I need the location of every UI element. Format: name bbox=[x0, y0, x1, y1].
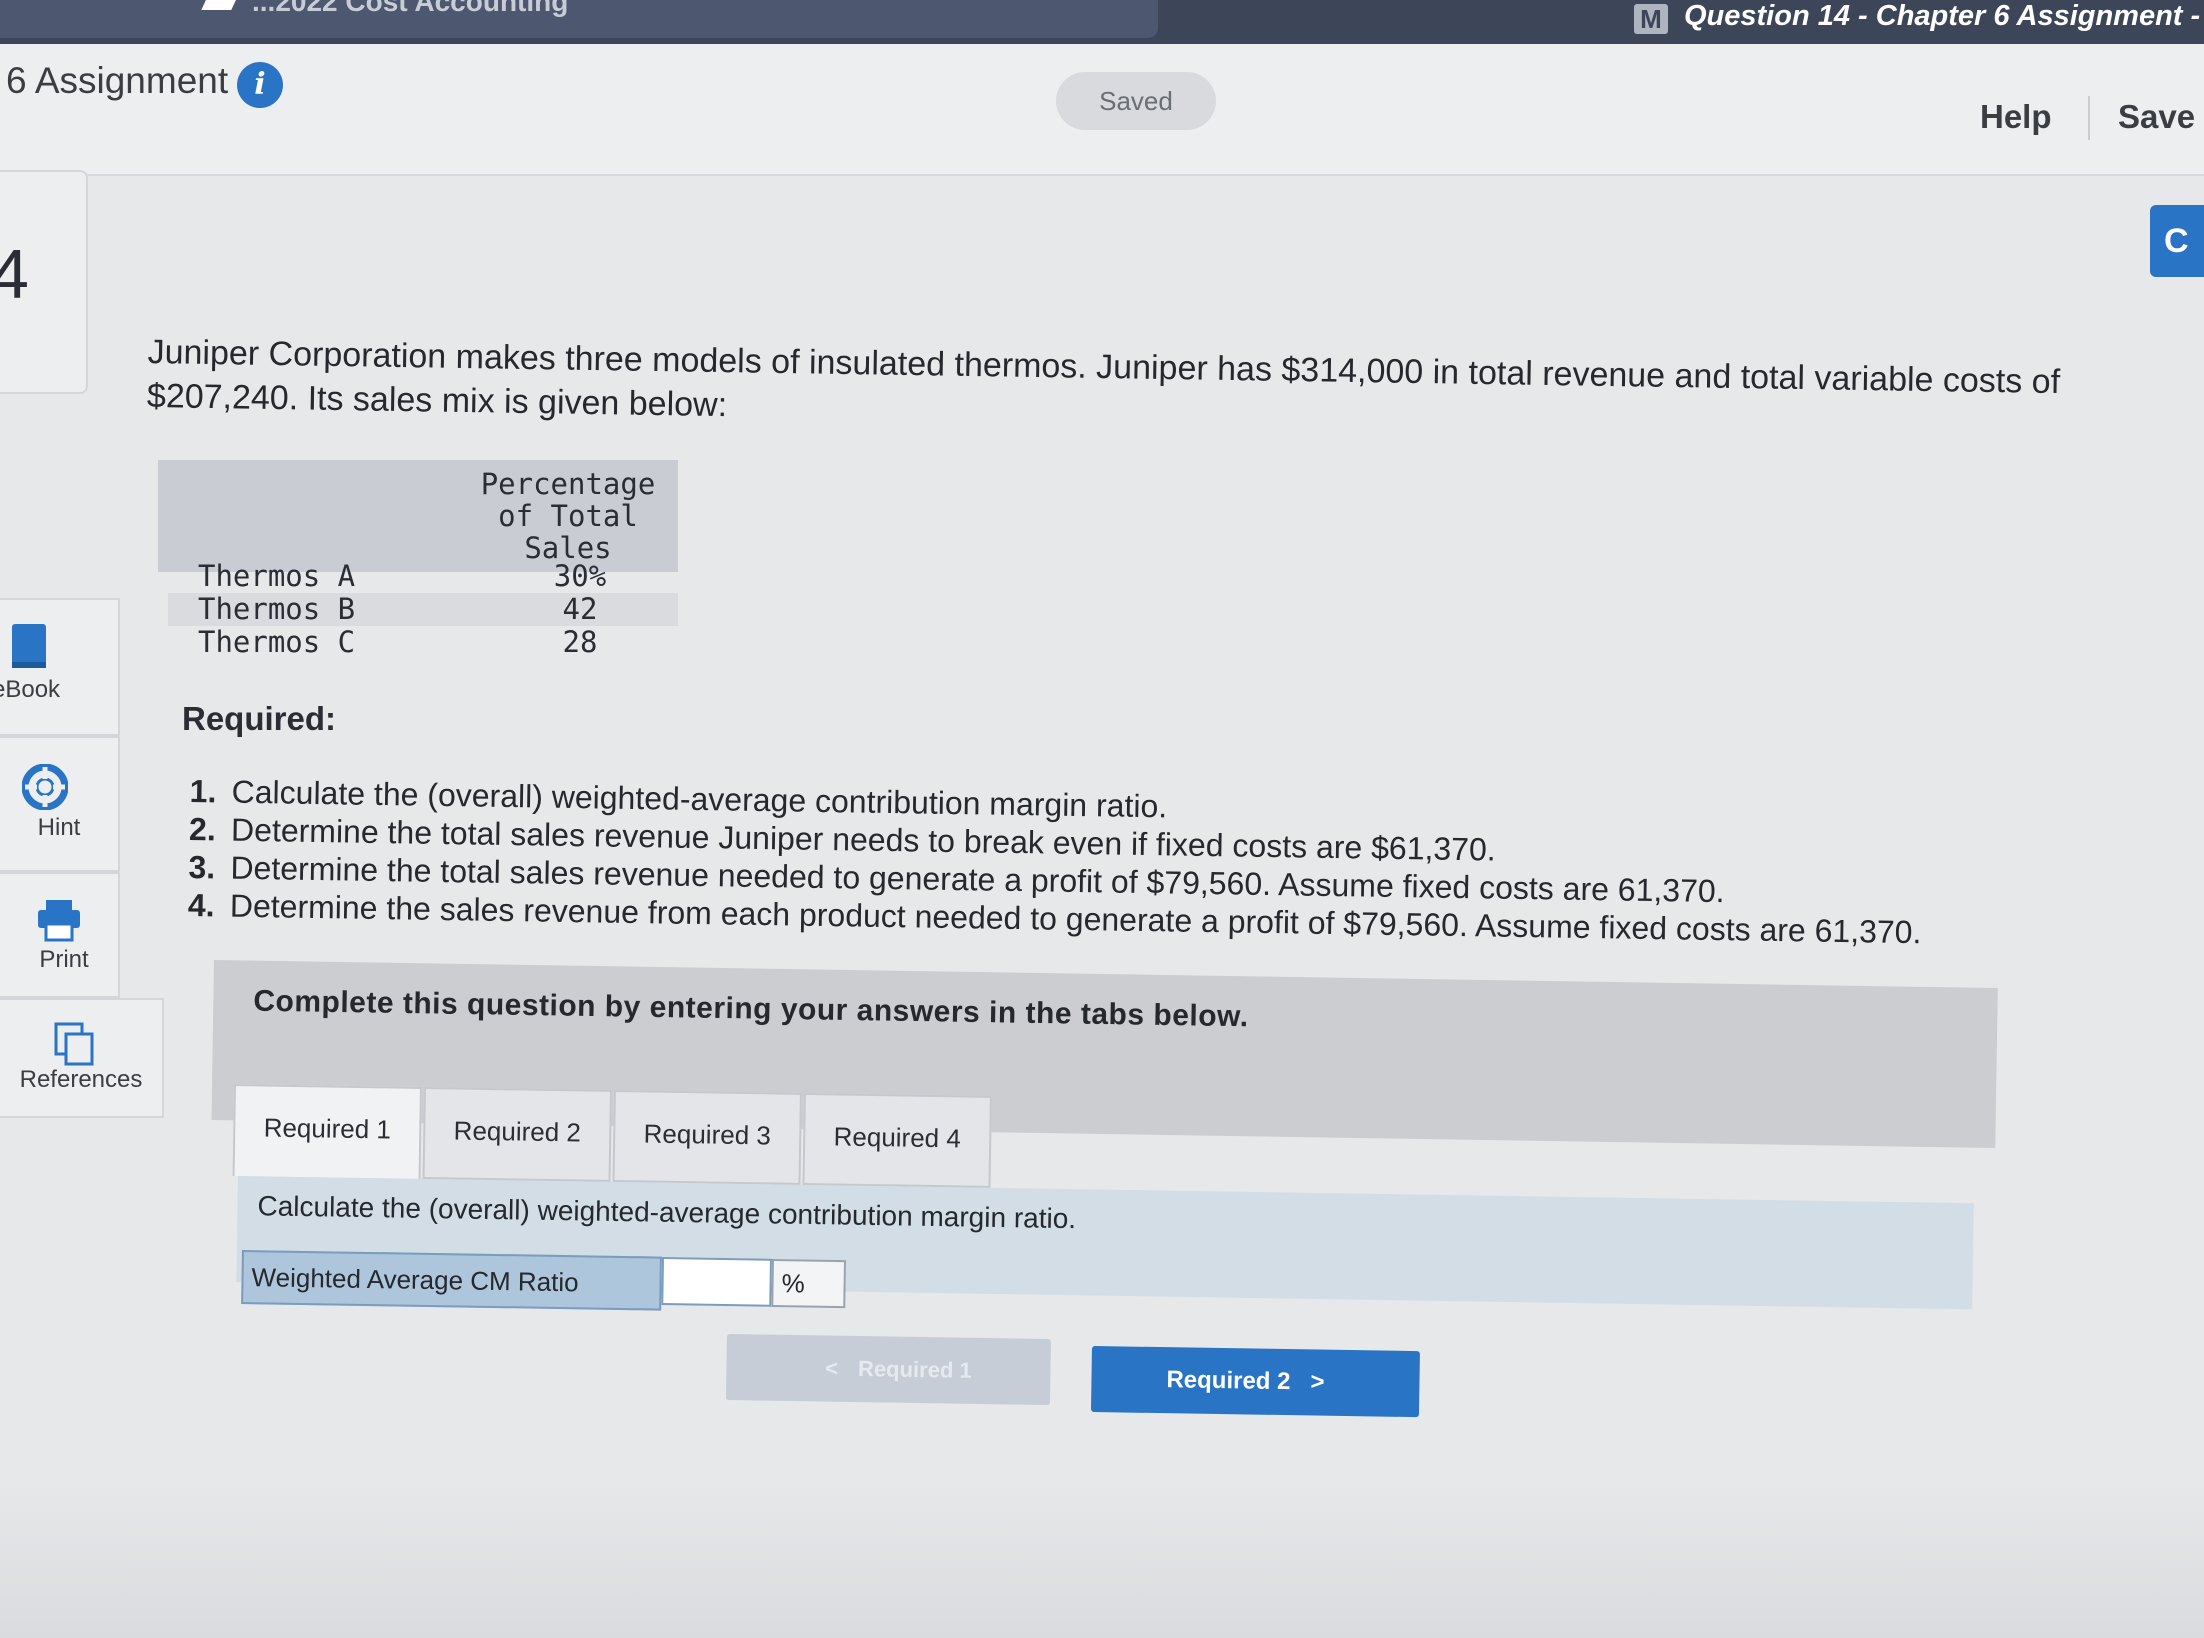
assignment-title: 6 Assignment bbox=[6, 60, 229, 101]
tab-required-3[interactable]: Required 3 bbox=[612, 1089, 802, 1185]
list-item-number: 2. bbox=[188, 810, 217, 848]
calculation-prompt: Calculate the (overall) weighted-average… bbox=[257, 1190, 1077, 1235]
book-icon bbox=[12, 624, 46, 668]
site-logo-icon bbox=[201, 0, 239, 10]
header-divider bbox=[2088, 96, 2090, 140]
chevron-left-icon: < bbox=[824, 1355, 839, 1381]
printer-icon bbox=[38, 900, 80, 942]
percent-unit-label: % bbox=[771, 1259, 846, 1309]
saved-status-badge: Saved bbox=[1056, 72, 1216, 130]
tab-required-4[interactable]: Required 4 bbox=[802, 1092, 992, 1188]
sales-percentage: 30% bbox=[553, 559, 607, 593]
sales-percentage: 42 bbox=[562, 592, 598, 626]
print-tool[interactable]: Print bbox=[0, 872, 120, 998]
previous-required-button[interactable]: < Required 1 bbox=[725, 1334, 1051, 1406]
browser-tab-cost-accounting[interactable]: ...2022 Cost Accounting bbox=[0, 0, 1158, 38]
list-item-number: 3. bbox=[188, 848, 216, 886]
previous-required-label: Required 1 bbox=[857, 1356, 972, 1383]
weighted-average-cm-ratio-input[interactable] bbox=[661, 1257, 772, 1307]
print-label: Print bbox=[39, 946, 89, 973]
sales-percentage: 28 bbox=[562, 625, 598, 659]
assignment-header: 6 Assignment i Saved Help Save bbox=[0, 44, 2204, 176]
mcgraw-hill-icon: M bbox=[1634, 4, 1668, 34]
product-name: Thermos B bbox=[198, 592, 356, 626]
sales-mix-column-header: Percentage of Total Sales bbox=[480, 467, 656, 565]
table-row: Thermos A 30% bbox=[168, 560, 678, 593]
next-required-label: Required 2 bbox=[1166, 1366, 1291, 1396]
hint-label: Hint bbox=[37, 814, 81, 841]
list-item-number: 1. bbox=[189, 772, 217, 810]
next-required-button[interactable]: Required 2 > bbox=[1090, 1346, 1420, 1418]
references-label: References bbox=[19, 1066, 143, 1093]
browser-window-title: Question 14 - Chapter 6 Assignment - Co bbox=[1684, 0, 2204, 32]
references-tool[interactable]: References bbox=[0, 998, 164, 1118]
table-row: Thermos B 42 bbox=[168, 593, 678, 626]
list-item-number: 4. bbox=[187, 886, 215, 924]
lifebuoy-icon bbox=[22, 764, 68, 810]
info-icon[interactable]: i bbox=[237, 62, 283, 108]
problem-statement: Juniper Corporation makes three models o… bbox=[147, 330, 2188, 450]
question-number: 4 bbox=[0, 235, 29, 313]
copy-icon bbox=[54, 1022, 94, 1066]
check-my-work-button[interactable]: C bbox=[2150, 205, 2204, 277]
required-list: 1. Calculate the (overall) weighted-avera… bbox=[188, 772, 2040, 953]
help-button[interactable]: Help bbox=[1980, 98, 2052, 136]
table-row: Thermos C 28 bbox=[168, 626, 678, 659]
save-exit-button[interactable]: Save bbox=[2118, 98, 2195, 136]
page-bottom bbox=[0, 1480, 2204, 1638]
ebook-tool[interactable]: eBook bbox=[0, 598, 120, 736]
product-name: Thermos A bbox=[198, 559, 356, 593]
product-name: Thermos C bbox=[198, 625, 356, 659]
tab-required-1[interactable]: Required 1 bbox=[232, 1084, 422, 1179]
weighted-average-cm-ratio-label: Weighted Average CM Ratio bbox=[241, 1250, 662, 1311]
browser-tab-title: ...2022 Cost Accounting bbox=[252, 0, 569, 17]
required-heading: Required: bbox=[182, 700, 337, 737]
instruction-text: Complete this question by entering your … bbox=[253, 984, 1249, 1034]
browser-tab-strip: ...2022 Cost Accounting M Question 14 - … bbox=[0, 0, 2204, 44]
chevron-right-icon: > bbox=[1310, 1368, 1325, 1396]
sales-mix-header: Percentage of Total Sales bbox=[158, 460, 678, 572]
hint-tool[interactable]: Hint bbox=[0, 736, 120, 872]
ebook-label: eBook bbox=[0, 676, 61, 703]
tab-required-2[interactable]: Required 2 bbox=[422, 1086, 612, 1182]
